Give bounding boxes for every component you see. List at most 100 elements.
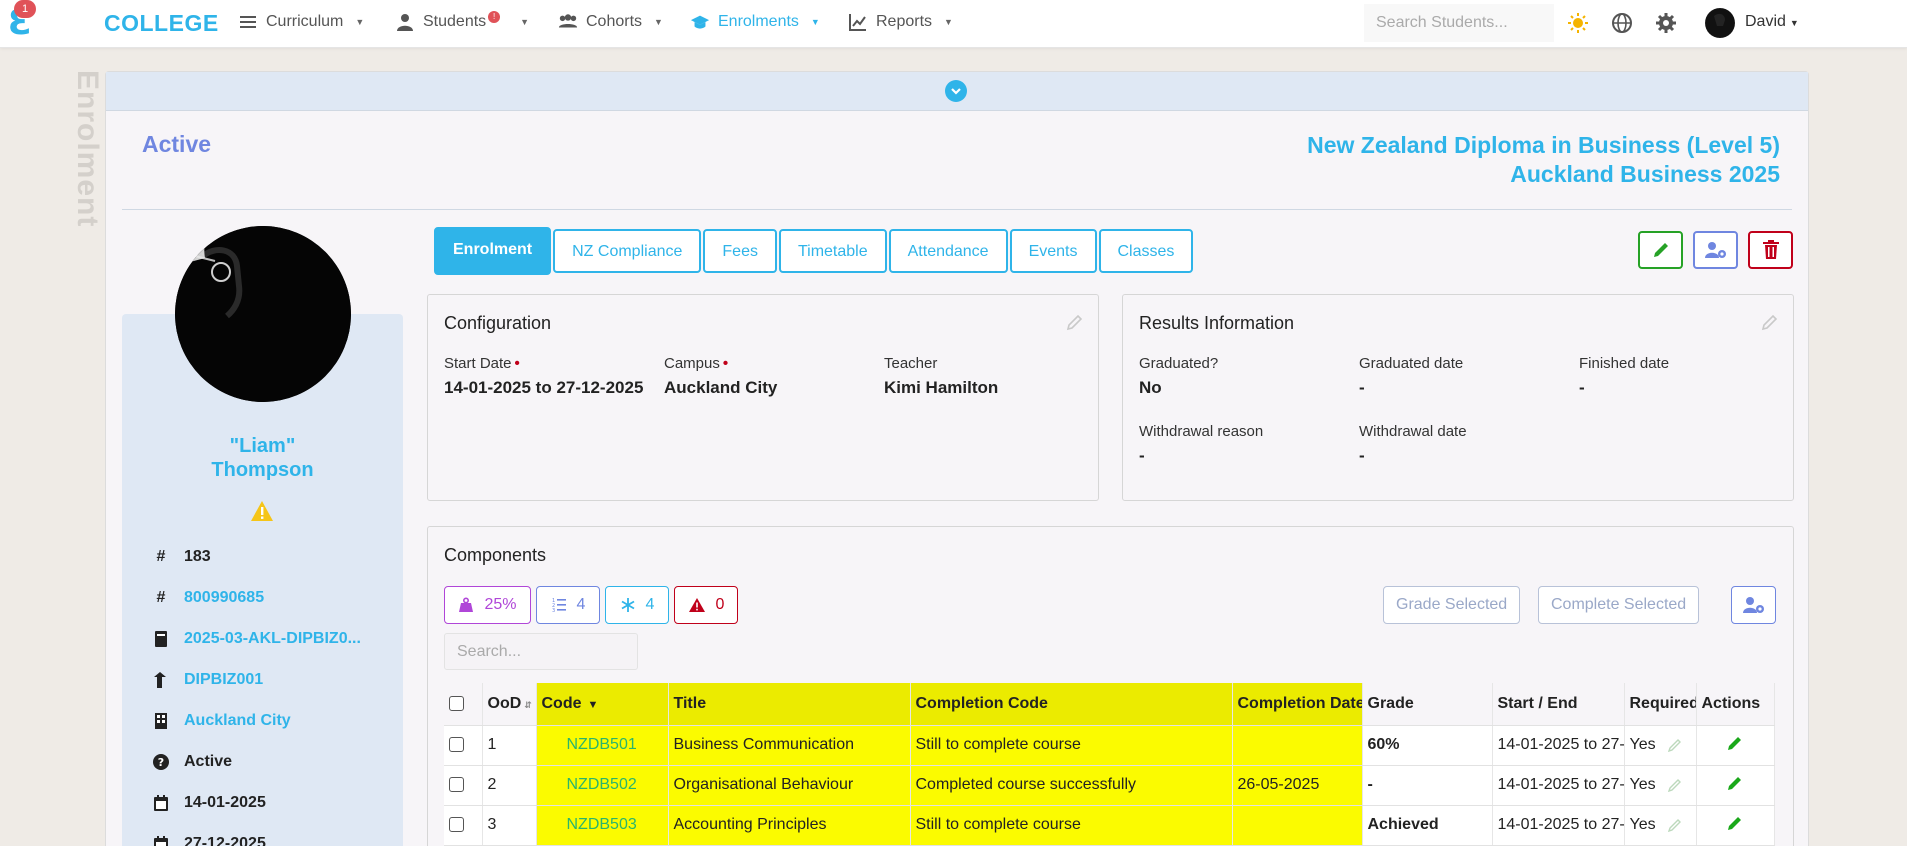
ood-cell: 3 [482, 805, 537, 846]
divider [122, 209, 1792, 210]
user-settings-button[interactable] [1693, 231, 1738, 269]
component-code-link[interactable]: NZDB502 [567, 776, 637, 793]
column-header-actions: Actions [1696, 683, 1775, 726]
campus-link[interactable]: Auckland City [184, 712, 291, 730]
column-header-required[interactable]: Required [1624, 683, 1697, 726]
ood-header-label: OoD [487, 694, 522, 712]
component-code-link[interactable]: NZDB503 [567, 816, 637, 833]
column-header-title[interactable]: Title [668, 683, 911, 726]
select-all-header [444, 683, 483, 726]
nav-enrolments[interactable]: Enrolments ▼ [690, 12, 820, 32]
sun-icon[interactable] [1567, 12, 1589, 34]
column-header-completion-date[interactable]: Completion Date [1232, 683, 1363, 726]
tab-attendance[interactable]: Attendance [888, 229, 1008, 273]
tab-fees[interactable]: Fees [703, 229, 777, 273]
required-count-pill[interactable]: 4 [605, 586, 669, 624]
actions-cell [1696, 765, 1775, 806]
ordered-list-icon: 123 [552, 598, 566, 613]
nav-curriculum[interactable]: Curriculum ▼ [238, 12, 364, 32]
chevron-down-icon: ▼ [520, 17, 530, 27]
student-number-link[interactable]: 800990685 [184, 589, 264, 607]
column-header-code[interactable]: Code ▼ [536, 683, 669, 726]
chevron-down-icon: ▼ [810, 17, 820, 27]
tab-nz-compliance[interactable]: NZ Compliance [553, 229, 702, 273]
warning-count-pill[interactable]: 0 [674, 586, 738, 624]
tab-enrolment[interactable]: Enrolment [434, 227, 552, 275]
pencil-icon[interactable] [1727, 815, 1743, 831]
progress-filter-pill[interactable]: 25% [444, 586, 531, 624]
user-avatar[interactable] [1705, 8, 1735, 38]
trash-icon [1762, 240, 1779, 259]
tab-events[interactable]: Events [1009, 229, 1097, 273]
graduation-cap-icon [690, 15, 710, 29]
level-up-icon [154, 672, 166, 688]
student-search-input[interactable] [1364, 4, 1554, 42]
nav-curriculum-label: Curriculum [266, 13, 344, 30]
globe-icon[interactable] [1611, 12, 1633, 34]
list-count-value: 4 [576, 596, 586, 613]
users-icon [558, 14, 578, 28]
nav-students-label: Students [423, 13, 487, 30]
warning-icon[interactable] [250, 500, 274, 522]
nav-cohorts[interactable]: Cohorts ▼ [558, 12, 663, 32]
edit-enrolment-button[interactable] [1638, 231, 1683, 269]
brand-name[interactable]: COLLEGE [104, 10, 219, 37]
row-checkbox[interactable] [449, 777, 464, 793]
pencil-icon[interactable] [1761, 313, 1779, 331]
gear-icon[interactable] [1655, 12, 1677, 34]
delete-enrolment-button[interactable] [1748, 231, 1793, 269]
list-count-pill[interactable]: 123 4 [536, 586, 600, 624]
withdrawal-reason-value: - [1139, 446, 1145, 465]
user-menu[interactable]: David ▼ [1745, 13, 1799, 31]
expand-toggle-button[interactable] [945, 80, 967, 102]
grade-cell: Achieved [1362, 805, 1493, 846]
table-row[interactable]: 1 NZDB501 Business Communication Still t… [444, 725, 1775, 766]
student-id: 183 [184, 548, 211, 565]
complete-selected-button[interactable]: Complete Selected [1538, 586, 1700, 624]
pencil-icon[interactable] [1727, 735, 1743, 751]
pencil-icon[interactable] [1667, 818, 1682, 832]
svg-text:?: ? [158, 756, 164, 769]
pencil-icon[interactable] [1727, 775, 1743, 791]
sort-icon: ⇵ [524, 699, 532, 710]
nav-students[interactable]: Students! ▼ [395, 11, 530, 32]
hash-icon: # [156, 589, 166, 606]
row-select-cell [444, 805, 483, 846]
graduated-field: Graduated? No [1139, 355, 1218, 400]
campus-label: Campus [664, 355, 720, 372]
tab-classes[interactable]: Classes [1098, 229, 1194, 273]
cohort-code-link[interactable]: 2025-03-AKL-DIPBIZ0... [184, 630, 361, 648]
student-name[interactable]: "Liam" Thompson [122, 434, 403, 482]
column-header-completion-code[interactable]: Completion Code [910, 683, 1233, 726]
pencil-icon[interactable] [1667, 778, 1682, 792]
student-avatar[interactable] [175, 226, 351, 402]
programme-title[interactable]: New Zealand Diploma in Business (Level 5… [1307, 131, 1780, 189]
column-header-start-end[interactable]: Start / End [1492, 683, 1625, 726]
row-checkbox[interactable] [449, 737, 464, 753]
chevron-down-icon: ▼ [654, 17, 663, 27]
table-row[interactable]: 2 NZDB502 Organisational Behaviour Compl… [444, 765, 1775, 806]
tab-timetable[interactable]: Timetable [778, 229, 887, 273]
svg-text:3: 3 [552, 608, 555, 613]
select-all-checkbox[interactable] [449, 696, 464, 712]
row-checkbox[interactable] [449, 817, 464, 833]
table-row[interactable]: 3 NZDB503 Accounting Principles Still to… [444, 805, 1775, 846]
grade-selected-button[interactable]: Grade Selected [1383, 586, 1521, 624]
campus-row: Auckland City [152, 712, 291, 730]
column-header-grade[interactable]: Grade [1362, 683, 1493, 726]
ood-cell: 2 [482, 765, 537, 806]
components-panel: Components 25% 123 4 4 0 Grade Selected … [427, 526, 1794, 846]
withdrawal-date-field: Withdrawal date - [1359, 423, 1467, 468]
pencil-icon[interactable] [1667, 738, 1682, 752]
calendar-icon [154, 795, 168, 811]
pencil-icon[interactable] [1066, 313, 1084, 331]
component-code-link[interactable]: NZDB501 [567, 736, 637, 753]
nav-reports[interactable]: Reports ▼ [848, 12, 953, 32]
programme-code-link[interactable]: DIPBIZ001 [184, 671, 263, 689]
column-header-ood[interactable]: OoD ⇵ [482, 683, 537, 726]
withdrawal-date-value: - [1359, 446, 1365, 465]
notification-badge[interactable]: 1 [14, 0, 36, 18]
components-settings-button[interactable] [1731, 586, 1776, 624]
components-search-input[interactable] [444, 633, 638, 670]
start-date-row: 14-01-2025 [152, 794, 266, 812]
